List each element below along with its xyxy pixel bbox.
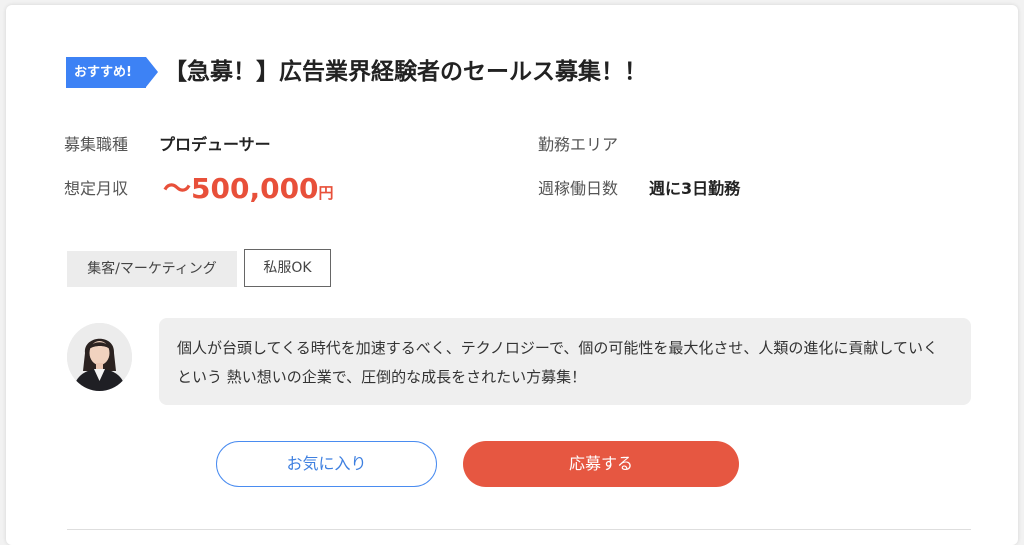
salary-label: 想定月収 xyxy=(64,179,129,198)
days-value: 週に3日勤務 xyxy=(649,179,741,198)
job-title[interactable]: 【急募！】広告業界経験者のセールス募集！！ xyxy=(164,55,647,89)
salary-amount: ～500,000 xyxy=(163,172,319,205)
favorite-button[interactable]: お気に入り xyxy=(216,441,437,487)
days-label: 週稼働日数 xyxy=(538,179,619,198)
position-value: プロデューサー xyxy=(159,135,271,154)
tag-casual-dress: 私服OK xyxy=(244,249,331,287)
recommended-badge: おすすめ! xyxy=(66,57,158,88)
salary-value: ～500,000円 xyxy=(163,171,334,211)
tag-marketing: 集客/マーケティング xyxy=(67,251,237,287)
apply-button[interactable]: 応募する xyxy=(463,441,739,487)
recruiter-message: 個人が台頭してくる時代を加速するべく、テクノロジーで、個の可能性を最大化させ、人… xyxy=(159,318,971,405)
person-avatar-icon xyxy=(67,323,132,391)
position-label: 募集職種 xyxy=(64,135,129,154)
person-avatar xyxy=(67,323,132,391)
area-label: 勤務エリア xyxy=(538,135,619,154)
salary-unit: 円 xyxy=(318,184,334,202)
job-card: おすすめ! 【急募！】広告業界経験者のセールス募集！！ 募集職種 プロデューサー… xyxy=(6,5,1018,545)
divider xyxy=(67,529,971,530)
